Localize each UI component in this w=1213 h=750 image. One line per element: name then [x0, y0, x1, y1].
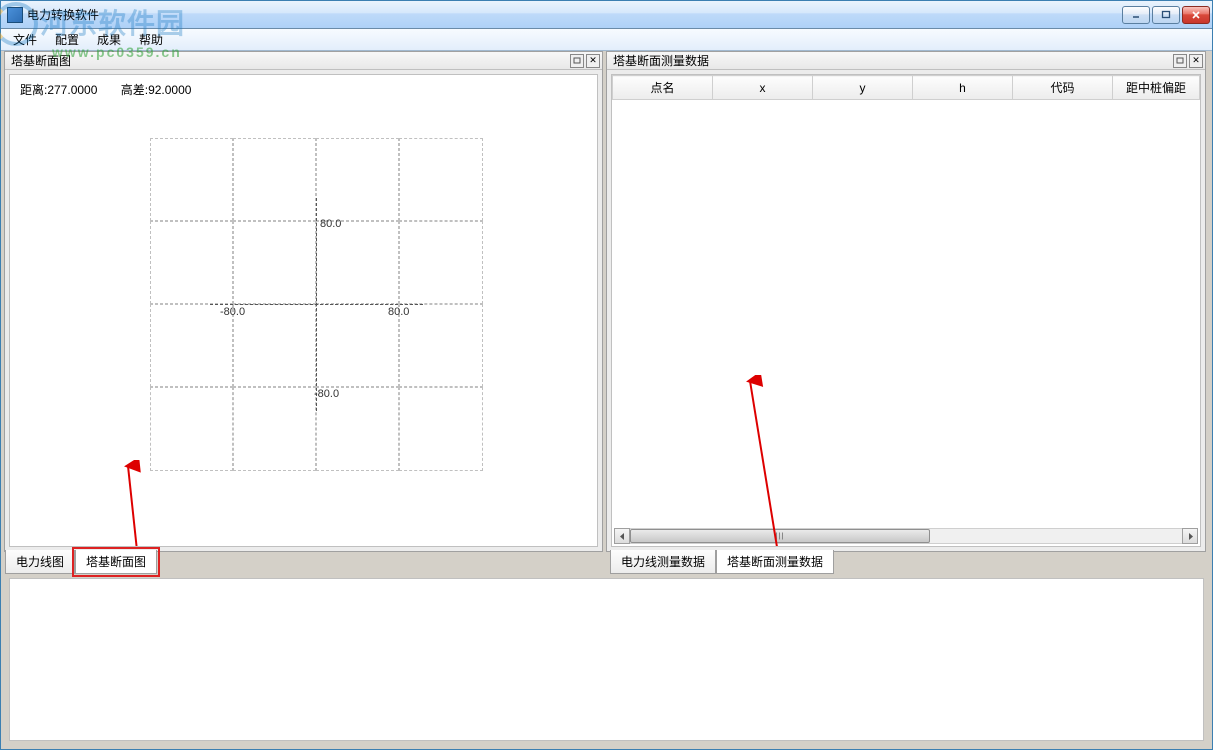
axis-label-y-pos: 80.0 [320, 218, 341, 230]
data-table: 点名 x y h 代码 距中桩偏距 [612, 75, 1200, 100]
distance-label: 距离:277.0000 [20, 83, 97, 97]
col-offset[interactable]: 距中桩偏距 [1113, 76, 1200, 100]
menu-config[interactable]: 配置 [47, 29, 87, 50]
scroll-right-button[interactable] [1182, 528, 1198, 544]
left-pane-float-button[interactable] [570, 54, 584, 68]
scroll-left-button[interactable] [614, 528, 630, 544]
graph-info: 距离:277.0000 高差:92.0000 [20, 81, 211, 98]
scroll-track[interactable] [630, 528, 1182, 544]
left-pane-close-button[interactable]: ✕ [586, 54, 600, 68]
right-tabs: 电力线测量数据 塔基断面测量数据 [606, 552, 1209, 574]
left-pane-title: 塔基断面图 [11, 52, 71, 69]
col-h[interactable]: h [913, 76, 1013, 100]
tab-tower-section-chart[interactable]: 塔基断面图 [75, 550, 157, 574]
app-icon [7, 7, 23, 23]
col-code[interactable]: 代码 [1013, 76, 1113, 100]
menu-file[interactable]: 文件 [5, 29, 45, 50]
tab-power-line-chart[interactable]: 电力线图 [5, 550, 75, 574]
axis-label-x-neg: -80.0 [220, 306, 245, 318]
right-pane: 塔基断面测量数据 ✕ 点名 x y h [606, 51, 1206, 552]
window-titlebar: 电力转换软件 [1, 1, 1212, 29]
right-pane-body: 点名 x y h 代码 距中桩偏距 [611, 74, 1201, 547]
close-button[interactable] [1182, 6, 1210, 24]
col-point-name[interactable]: 点名 [613, 76, 713, 100]
left-pane-titlebar: 塔基断面图 ✕ [5, 52, 602, 70]
height-label: 高差:92.0000 [121, 83, 192, 97]
axis-label-y-neg: -80.0 [314, 388, 339, 400]
col-y[interactable]: y [813, 76, 913, 100]
col-x[interactable]: x [713, 76, 813, 100]
horizontal-scrollbar[interactable] [614, 528, 1198, 544]
left-pane: 塔基断面图 ✕ 距离:277.0000 高差:92.0000 [4, 51, 603, 552]
maximize-button[interactable] [1152, 6, 1180, 24]
menu-help[interactable]: 帮助 [131, 29, 171, 50]
minimize-button[interactable] [1122, 6, 1150, 24]
left-tabs: 电力线图 塔基断面图 [1, 552, 606, 574]
menu-result[interactable]: 成果 [89, 29, 129, 50]
tab-tower-section-data[interactable]: 塔基断面测量数据 [716, 550, 834, 574]
chart-grid: -80.0 80.0 80.0 -80.0 [150, 138, 483, 471]
window-title: 电力转换软件 [27, 6, 1122, 23]
menu-bar: 文件 配置 成果 帮助 [1, 29, 1212, 51]
scroll-thumb[interactable] [630, 529, 930, 543]
tab-power-line-data[interactable]: 电力线测量数据 [610, 550, 716, 574]
axis-label-x-pos: 80.0 [388, 306, 409, 318]
annotation-arrow-left [118, 460, 148, 547]
lower-empty-area [9, 578, 1204, 741]
right-pane-float-button[interactable] [1173, 54, 1187, 68]
right-pane-title: 塔基断面测量数据 [613, 52, 709, 69]
right-pane-close-button[interactable]: ✕ [1189, 54, 1203, 68]
left-pane-body: 距离:277.0000 高差:92.0000 [9, 74, 598, 547]
right-pane-titlebar: 塔基断面测量数据 ✕ [607, 52, 1205, 70]
